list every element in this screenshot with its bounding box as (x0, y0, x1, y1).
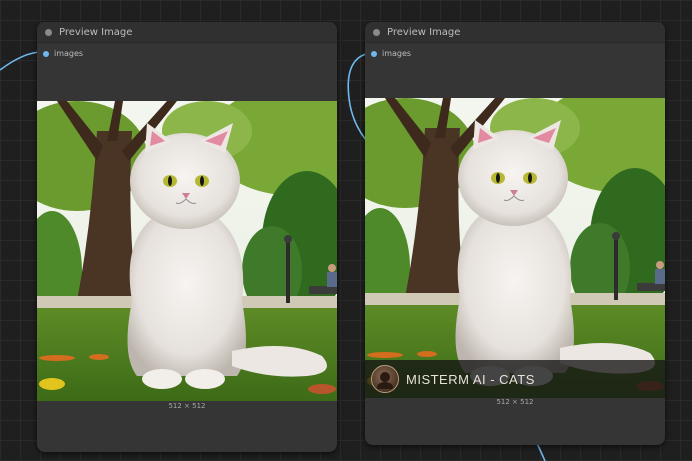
preview-image-node-2[interactable]: Preview Image images MISTERM AI - CATS 5… (365, 22, 665, 445)
preview-image-node-1[interactable]: Preview Image images 512 × 512 (37, 22, 337, 452)
input-connector-icon[interactable] (43, 50, 49, 57)
preview-image[interactable]: MISTERM AI - CATS (365, 98, 665, 398)
image-dimensions: 512 × 512 (168, 402, 206, 410)
watermark-text: MISTERM AI - CATS (406, 371, 535, 387)
image-dimensions: 512 × 512 (496, 398, 534, 406)
collapse-dot-icon[interactable] (373, 28, 380, 36)
input-slot-images[interactable]: images (43, 49, 83, 58)
preview-image[interactable] (37, 101, 337, 402)
input-slot-label: images (382, 49, 412, 58)
node-title: Preview Image (59, 26, 133, 38)
cat-image (37, 101, 337, 402)
input-connector-icon[interactable] (371, 50, 377, 57)
cat-image (365, 98, 665, 398)
collapse-dot-icon[interactable] (45, 28, 52, 36)
input-slot-images[interactable]: images (371, 49, 411, 58)
input-slot-label: images (54, 49, 84, 58)
node-header[interactable]: Preview Image (365, 22, 665, 43)
watermark-logo-icon (371, 365, 399, 393)
node-header[interactable]: Preview Image (37, 22, 337, 43)
node-title: Preview Image (387, 26, 461, 38)
wire-to-node-1 (0, 51, 43, 71)
watermark-banner: MISTERM AI - CATS (365, 360, 665, 398)
logo-portrait-icon (377, 372, 393, 389)
